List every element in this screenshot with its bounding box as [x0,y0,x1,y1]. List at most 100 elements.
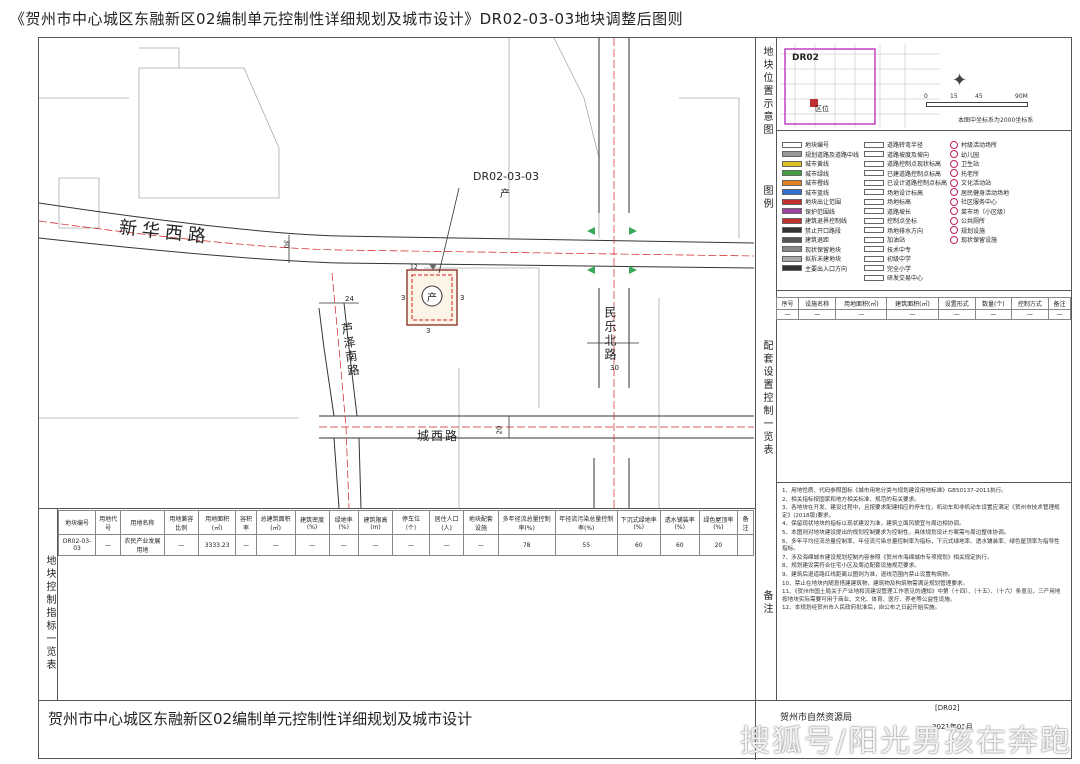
legend-item: 完全小学 [864,264,911,273]
legend-item: 拟拆未建地块 [782,254,841,263]
legend-item: 城市绿线 [782,169,829,178]
north-arrow-icon: ✦ [952,70,968,91]
legend-item-label: 规划道路及道路中线 [805,151,860,159]
setback-east: 3 [460,294,465,302]
table-cell: — [835,309,888,320]
legend-item: 初级中学 [864,254,911,263]
legend-item-label: 场地设计标高 [887,189,924,197]
scale-tick-90: 90M [1015,93,1028,100]
setback-west: 3 [401,294,406,302]
legend-swatch-icon [782,189,802,195]
site-plan-map[interactable] [39,38,754,508]
legend-item: 公共厕所 [950,216,985,225]
table-cell: — [294,534,330,556]
legend-item: 幼儿园 [950,150,979,159]
divider [38,508,755,509]
table-header-cell: 绿色屋顶率(%) [698,510,739,535]
table-header-cell: 绿地率(%) [328,510,359,535]
table-cell: — [235,534,257,556]
legend-swatch-icon [864,160,884,167]
legend-swatch-icon [864,151,884,157]
legend-item: 文化活动站 [950,178,991,187]
table-cell: — [463,534,499,556]
table-header-cell: 居住人口(人) [428,510,465,535]
table-cell: 55 [554,534,618,556]
legend-item: 道路坡度及坡向 [864,150,929,159]
legend-item: 研发交易中心 [864,273,923,282]
note-item: 5、本图则对地块建设提出的规划控制要求为控制性，具体规划设计方案需与周边整体协调… [782,529,1010,536]
legend-item: 菜市场（小区级） [950,207,1009,216]
legend-item: 地块编号 [782,140,829,149]
plot-use-symbol: 产 [427,293,437,304]
legend-item-label: 公共厕所 [961,218,986,225]
road-label-chengxi: 城西路 [417,429,460,443]
existing-building-block [58,177,100,229]
table-cell: DR02-03-03 [57,534,97,556]
notes-label: 备注 [761,590,772,616]
table-cell: 60 [659,534,700,556]
table-cell: 60 [616,534,661,556]
legend-swatch-icon [950,178,958,187]
note-item: 3、各地块在开发、建设过程中，且按要求配建相应的停车位，机动车和非机动车设置应满… [782,505,1060,519]
legend-swatch-icon [864,265,884,271]
table-cell: — [95,534,122,556]
legend-swatch-icon [864,170,884,176]
table-cell: 3333.23 [197,534,237,556]
legend-item-label: 道路坡度及坡向 [887,151,930,159]
legend-item-label: 拟拆未建地块 [805,256,842,263]
legend-item-label: 控制点坐标 [887,218,918,225]
legend-item: 已设计道路控制点标高 [864,178,947,187]
legend-item: 现状保留地块 [782,245,841,254]
legend-swatch-icon [782,265,802,271]
legend-swatch-icon [864,208,884,214]
legend-swatch-icon [950,197,958,206]
legend-swatch-icon [950,207,958,215]
legend-swatch-icon [864,141,884,148]
legend-swatch-icon [782,255,802,262]
legend-item: 场地排水方向 [864,226,923,235]
legend-item: 城市橙线 [782,178,829,187]
table-cell [737,534,754,556]
table-cell: — [163,534,199,556]
legend-item-label: 地块出让范围 [805,199,842,206]
plot-use-label: 产 [500,189,510,200]
table-header-cell: 建筑面积(㎡) [886,297,939,310]
legend-item: 加油站 [864,235,905,244]
legend-item-label: 加油站 [887,237,906,244]
legend-swatch-icon [950,140,958,149]
legend-item: 居民健身活动场地 [950,188,1009,197]
note-item: 7、涉及海绵城市建设规划控制内容参照《贺州市海绵城市专项规划》相关规定执行。 [782,554,993,561]
existing-building-block [138,67,280,199]
divider [38,700,1072,701]
legend-item: 道路控制点现状标高 [864,159,941,168]
table-cell: — [1048,309,1071,320]
road-edge [39,237,754,269]
legend-item-label: 道路转弯半径 [887,142,924,149]
table-header-cell: 用地面积(㎡) [835,297,888,310]
legend-swatch-icon [950,159,958,168]
legend-item-label: 完全小学 [887,265,912,273]
legend-item: 社区服务中心 [950,197,997,206]
table-cell: — [1010,309,1050,320]
legend-item: 规划设施 [950,226,985,235]
legend-item-label: 建筑退距 [805,237,830,244]
legend-item-label: 初级中学 [887,256,912,263]
legend-swatch-icon [950,150,958,158]
road-width-minle: 30 [610,364,619,372]
table-header-cell: 建筑限高(m) [357,510,394,535]
table-header-cell: 用地兼容比例 [163,510,199,535]
legend-swatch-icon [950,188,958,196]
legend-swatch-icon [864,179,884,186]
table-header-cell: 下沉式绿地率(%) [616,510,661,535]
page-title: 《贺州市中心城区东融新区02编制单元控制性详细规划及城市设计》DR02-03-0… [10,10,684,28]
legend-item: 道路转弯半径 [864,140,923,149]
table-cell: — [797,309,837,320]
legend-item-label: 现状保留地块 [805,246,842,254]
table-header-cell: 地块编号 [57,510,97,535]
legend-item-label: 主要出入口方向 [805,265,848,273]
footer-code: [DR02] [935,704,960,712]
scale-tick-0: 0 [924,93,928,100]
legend-swatch-icon [950,169,958,177]
legend-swatch-icon [782,227,802,233]
legend-item: 道路坡长 [864,207,911,216]
